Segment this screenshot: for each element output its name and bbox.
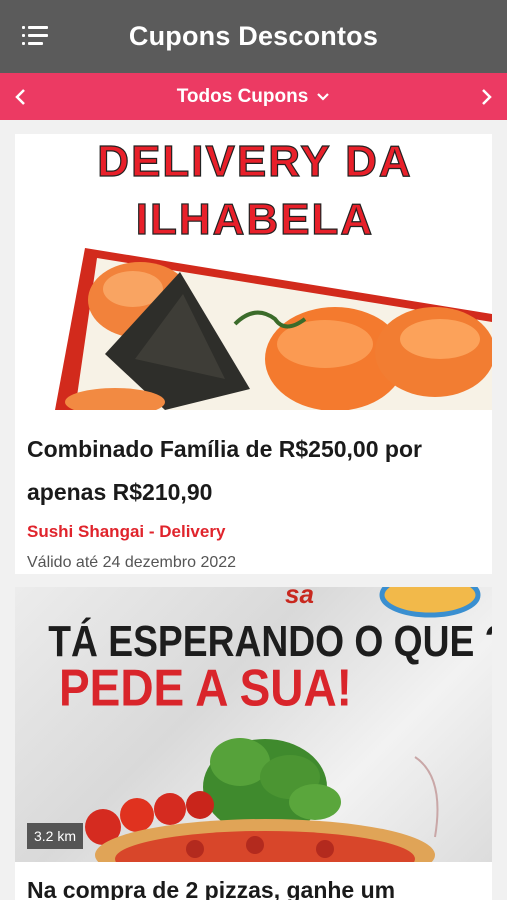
menu-icon[interactable] (22, 26, 50, 48)
coupon-card[interactable]: Na compra de 2 pizzas, ganhe um (15, 862, 492, 900)
filter-bar: Todos Cupons (0, 73, 507, 120)
chevron-down-icon (317, 92, 330, 101)
page-title: Cupons Descontos (128, 21, 379, 51)
category-dropdown[interactable]: Todos Cupons (177, 86, 331, 108)
coupon-image: DELIVERY DA ILHABELA (15, 134, 492, 410)
category-dropdown-label: Todos Cupons (176, 85, 309, 107)
banner-headline-2: ILHABELA (136, 195, 374, 244)
coupon-card[interactable]: sa TÁ ESPERANDO O QUE ? PEDE A SUA! 3.2 … (15, 587, 492, 900)
app-bar: Cupons Descontos (0, 0, 507, 73)
coupon-image: sa TÁ ESPERANDO O QUE ? PEDE A SUA! 3.2 … (15, 587, 492, 863)
coupon-feed[interactable]: DELIVERY DA ILHABELA Combinado Família d… (0, 120, 507, 900)
validity-text: Válido até 24 dezembro 2022 (27, 554, 237, 571)
banner-headline-1: TÁ ESPERANDO O QUE ? (48, 616, 492, 666)
svg-text:sa: sa (285, 587, 314, 609)
banner-headline-1: DELIVERY DA (97, 137, 412, 186)
coupon-title[interactable]: Combinado Família de R$250,00 por apenas… (27, 428, 480, 514)
chevron-left-icon[interactable] (0, 73, 40, 120)
chevron-right-icon[interactable] (467, 73, 507, 120)
distance-badge: 3.2 km (27, 823, 84, 849)
banner-headline-2: PEDE A SUA! (59, 660, 352, 717)
store-name[interactable]: Sushi Shangai - Delivery (27, 522, 480, 542)
coupon-title[interactable]: Na compra de 2 pizzas, ganhe um (27, 876, 480, 900)
coupon-card[interactable]: DELIVERY DA ILHABELA Combinado Família d… (15, 134, 492, 574)
